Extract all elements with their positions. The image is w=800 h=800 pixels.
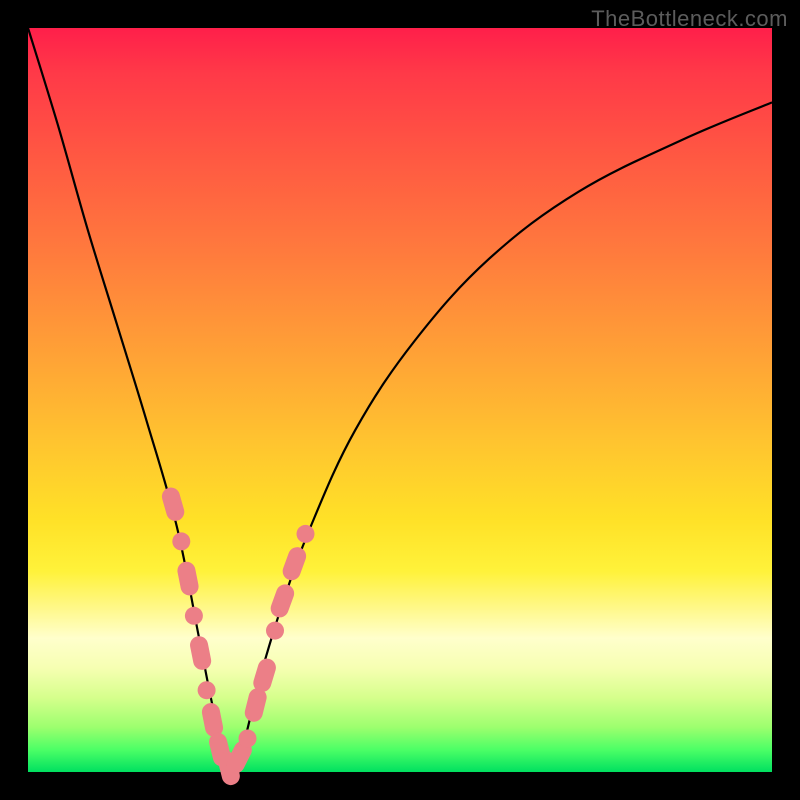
bead-dot	[198, 681, 216, 699]
bead-capsule	[176, 560, 200, 597]
bead-capsule	[280, 545, 309, 583]
bead-dot	[239, 730, 257, 748]
bead-dot	[172, 532, 190, 550]
bead-dot	[266, 622, 284, 640]
bead-capsule	[160, 485, 187, 523]
curve-layer	[28, 28, 772, 773]
bead-capsule	[251, 656, 278, 694]
bead-dot	[297, 525, 315, 543]
beads-layer	[160, 485, 315, 787]
bead-capsule	[243, 686, 269, 723]
bead-dot	[185, 607, 203, 625]
curve-svg	[28, 28, 772, 772]
bead-capsule	[200, 701, 224, 738]
bottleneck-curve	[28, 28, 772, 773]
bead-capsule	[188, 635, 212, 672]
plot-area	[28, 28, 772, 772]
chart-frame: TheBottleneck.com	[0, 0, 800, 800]
bead-capsule	[268, 582, 297, 620]
